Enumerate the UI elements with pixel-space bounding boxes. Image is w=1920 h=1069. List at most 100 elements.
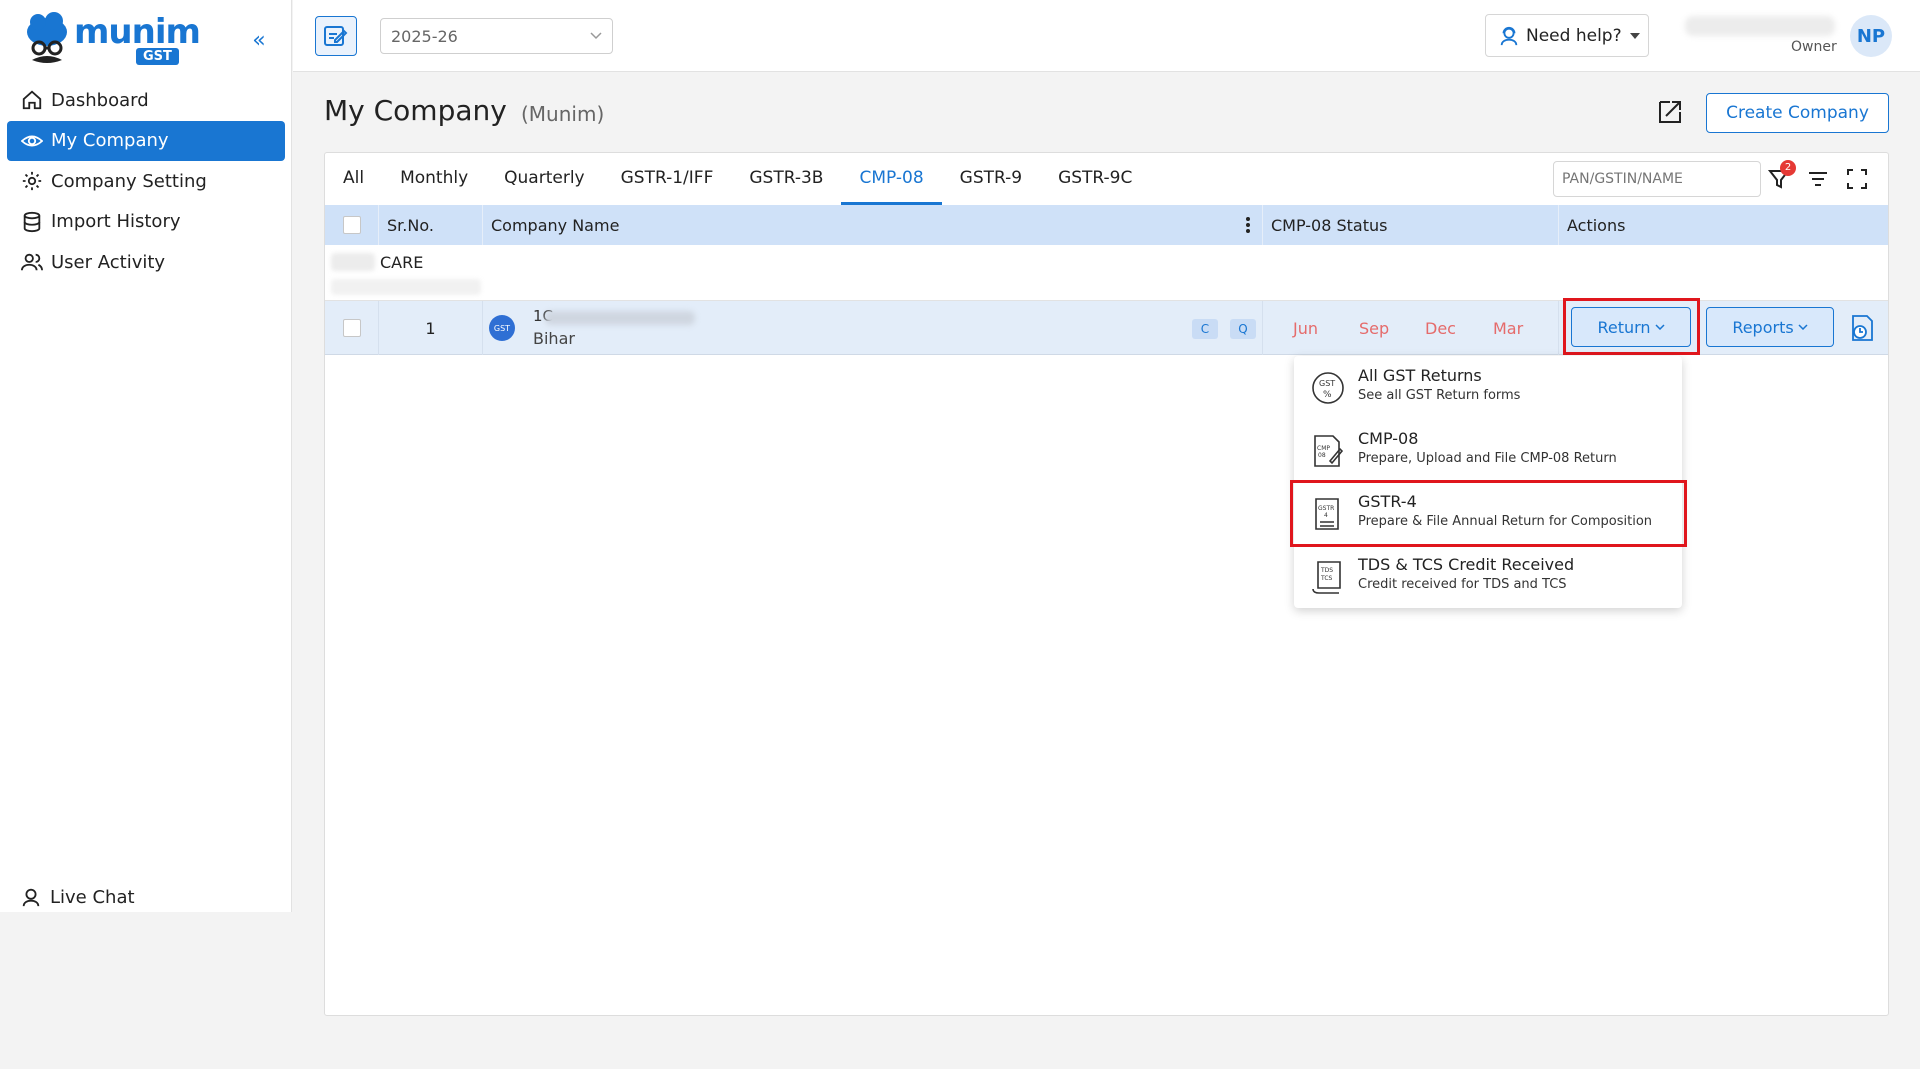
sidebar-item-user-activity[interactable]: User Activity xyxy=(7,242,285,282)
sidebar-item-label: User Activity xyxy=(51,251,166,273)
user-role: Owner xyxy=(1791,39,1837,55)
sort-icon[interactable] xyxy=(1807,169,1829,189)
tab-all[interactable]: All xyxy=(325,153,382,205)
reports-label: Reports xyxy=(1732,317,1794,337)
header-company: Company Name xyxy=(491,215,620,235)
need-help-label: Need help? xyxy=(1526,25,1622,46)
sidebar-item-import-history[interactable]: Import History xyxy=(7,202,285,242)
tds-tcs-doc-icon: TDSTCS xyxy=(1312,561,1341,594)
menu-item-all-gst-returns[interactable]: GST% All GST Returns See all GST Return … xyxy=(1294,356,1682,418)
sidebar-item-label: Company Setting xyxy=(51,170,207,192)
sidebar: munim GST « Dashboard My Company Company… xyxy=(0,0,292,912)
status-mar[interactable]: Mar xyxy=(1493,319,1523,338)
row-srno: 1 xyxy=(379,301,483,355)
export-icon[interactable] xyxy=(1656,98,1684,126)
reports-button[interactable]: Reports xyxy=(1706,307,1834,347)
create-company-button[interactable]: Create Company xyxy=(1706,93,1889,133)
financial-year-select[interactable]: 2025-26 xyxy=(380,18,613,54)
mascot-icon xyxy=(27,12,67,63)
svg-text:GST: GST xyxy=(1319,379,1335,388)
header-actions: Actions xyxy=(1567,215,1626,235)
calculator-document-icon[interactable] xyxy=(1847,313,1877,343)
edit-document-icon xyxy=(324,26,348,46)
row-state: Bihar xyxy=(533,329,575,348)
row-gstin-redacted xyxy=(545,311,695,325)
live-chat-label: Live Chat xyxy=(50,886,135,908)
top-bar: 2025-26 Need help? Owner NP xyxy=(293,0,1920,72)
menu-item-title: TDS & TCS Credit Received xyxy=(1358,555,1575,574)
header-srno: Sr.No. xyxy=(379,205,483,245)
fullscreen-icon[interactable] xyxy=(1847,169,1867,189)
chevron-down-icon xyxy=(590,32,602,40)
avatar[interactable]: NP xyxy=(1850,15,1892,57)
row-checkbox[interactable] xyxy=(342,319,361,337)
tab-gstr-9c[interactable]: GSTR-9C xyxy=(1040,153,1150,205)
select-all-cell xyxy=(325,205,379,245)
page-title: My Company xyxy=(324,94,507,127)
group-row: CARE xyxy=(325,245,1888,301)
menu-item-cmp-08[interactable]: CMP 08 CMP-08 Prepare, Upload and File CM… xyxy=(1294,419,1682,481)
group-prefix-redacted xyxy=(331,253,375,271)
chevron-down-icon xyxy=(1798,324,1808,330)
tab-gstr-3b[interactable]: GSTR-3B xyxy=(731,153,841,205)
home-icon xyxy=(21,89,43,111)
headset-icon xyxy=(20,886,42,908)
composition-chip[interactable]: C xyxy=(1192,319,1218,339)
menu-item-subtitle: Prepare, Upload and File CMP-08 Return xyxy=(1358,451,1617,466)
sidebar-item-my-company[interactable]: My Company xyxy=(7,120,285,161)
sidebar-item-dashboard[interactable]: Dashboard xyxy=(7,80,285,120)
tab-quarterly[interactable]: Quarterly xyxy=(486,153,602,205)
gst-percent-icon: GST% xyxy=(1312,372,1344,404)
select-all-checkbox[interactable] xyxy=(342,216,361,234)
menu-item-subtitle: See all GST Return forms xyxy=(1358,388,1521,403)
svg-text:TCS: TCS xyxy=(1320,575,1333,582)
group-detail-redacted xyxy=(331,279,481,295)
menu-item-title: CMP-08 xyxy=(1358,429,1419,448)
menu-item-tds-tcs-credit[interactable]: TDS TCS TDS & TCS Credit Received Credit … xyxy=(1294,545,1682,607)
cmp08-doc-icon: CMP08 xyxy=(1314,435,1344,467)
status-jun[interactable]: Jun xyxy=(1293,319,1318,338)
row-status-cell: Jun Sep Dec Mar xyxy=(1263,301,1559,355)
collapse-sidebar-button[interactable]: « xyxy=(246,28,272,54)
live-chat-button[interactable]: Live Chat xyxy=(20,886,135,908)
filter-tabs: All Monthly Quarterly GSTR-1/IFF GSTR-3B… xyxy=(325,153,1150,205)
svg-text:%: % xyxy=(1323,390,1332,400)
return-highlight xyxy=(1563,298,1700,355)
tab-gstr-9[interactable]: GSTR-9 xyxy=(942,153,1040,205)
sidebar-item-label: My Company xyxy=(51,130,169,151)
row-select-cell xyxy=(325,301,379,355)
svg-text:CMP: CMP xyxy=(1317,445,1330,452)
group-name: CARE xyxy=(380,253,424,272)
filter-count-badge: 2 xyxy=(1780,160,1796,176)
svg-text:08: 08 xyxy=(1318,452,1326,459)
status-dec[interactable]: Dec xyxy=(1425,319,1456,338)
status-sep[interactable]: Sep xyxy=(1359,319,1389,338)
search-input[interactable] xyxy=(1553,161,1761,197)
database-icon xyxy=(21,211,43,233)
brand-name: munim xyxy=(74,12,201,52)
sidebar-item-label: Import History xyxy=(51,211,181,232)
tab-gstr-1-iff[interactable]: GSTR-1/IFF xyxy=(603,153,732,205)
eye-icon xyxy=(21,130,43,152)
header-status: CMP-08 Status xyxy=(1263,205,1559,245)
gstr4-highlight xyxy=(1290,480,1687,547)
tab-cmp-08[interactable]: CMP-08 xyxy=(841,153,942,205)
quick-edit-button[interactable] xyxy=(315,16,357,56)
menu-item-subtitle: Credit received for TDS and TCS xyxy=(1358,577,1567,592)
menu-item-title: All GST Returns xyxy=(1358,366,1482,385)
gear-icon xyxy=(21,170,43,192)
support-agent-icon xyxy=(1500,26,1518,45)
more-vertical-icon[interactable] xyxy=(1246,217,1250,233)
header-company-cell: Company Name xyxy=(483,205,1263,245)
sidebar-nav: Dashboard My Company Company Setting Imp… xyxy=(7,80,285,283)
caret-down-icon xyxy=(1629,32,1640,39)
table-header: Sr.No. Company Name CMP-08 Status Action… xyxy=(325,205,1888,245)
sidebar-item-company-setting[interactable]: Company Setting xyxy=(7,161,285,201)
need-help-button[interactable]: Need help? xyxy=(1485,14,1649,57)
quarterly-chip[interactable]: Q xyxy=(1230,319,1256,339)
financial-year-value: 2025-26 xyxy=(391,26,458,46)
page-subtitle: (Munim) xyxy=(521,102,605,126)
tab-monthly[interactable]: Monthly xyxy=(382,153,486,205)
brand-badge: GST xyxy=(136,48,179,65)
munim-logo[interactable]: munim GST xyxy=(24,12,204,72)
